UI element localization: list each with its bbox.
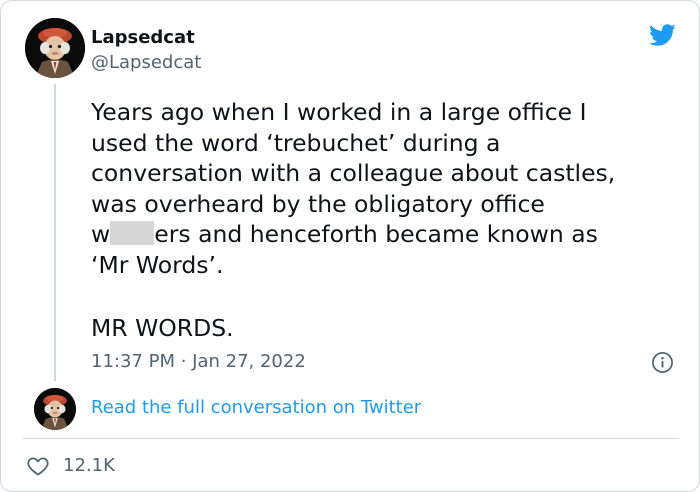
tweet-line: was overheard by the obligatory office [91,189,545,218]
tweet-line: conversation with a colleague about cast… [91,159,616,188]
avatar-image [25,18,85,78]
tweet-text: Years ago when I worked in a large offic… [91,97,681,281]
author-handle[interactable]: @Lapsedcat [91,52,201,74]
redacted-word-end: ers and henceforth became known as [154,220,598,249]
divider [23,438,679,439]
author-name[interactable]: Lapsedcat [91,27,195,49]
redaction-block [110,221,155,246]
avatar-image [34,388,76,430]
tweet-card: Lapsedcat @Lapsedcat Years ago when I wo… [0,0,700,492]
tweet-shout-line: MR WORDS. [91,314,234,342]
redacted-word-start: w [91,220,111,249]
tweet-line: ‘Mr Words’. [91,250,224,279]
reply-avatar[interactable] [34,388,76,430]
thread-connector [54,84,56,381]
tweet-line: Years ago when I worked in a large offic… [91,98,587,126]
tweet-line: used the word ‘trebuchet’ during a [91,128,501,157]
like-count[interactable]: 12.1K [63,455,115,477]
tweet-line-redacted: w ers and henceforth became known as [91,219,681,250]
tweet-timestamp[interactable]: 11:37 PM · Jan 27, 2022 [91,351,306,373]
info-icon[interactable] [651,351,674,374]
heart-icon[interactable] [25,454,51,478]
twitter-bird-icon[interactable] [646,21,678,49]
author-avatar[interactable] [25,18,85,78]
read-conversation-link[interactable]: Read the full conversation on Twitter [91,397,421,419]
